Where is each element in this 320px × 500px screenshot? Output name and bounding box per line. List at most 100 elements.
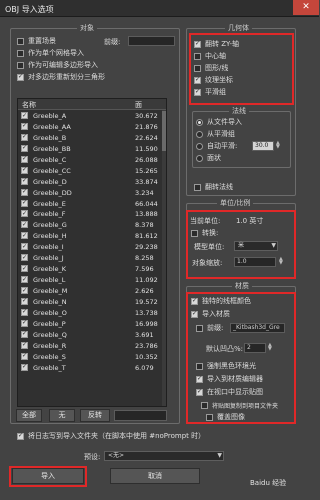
checkbox-box[interactable]: ✓ — [21, 199, 28, 207]
default-bump-spinner-icon[interactable]: ▲ ▼ — [268, 343, 272, 352]
checkbox-box[interactable]: ✓ — [21, 297, 28, 305]
checkbox-box[interactable]: ✓ — [21, 232, 28, 240]
list-item[interactable]: ✓ Greeble_G 8.378 — [18, 219, 166, 230]
checkbox-box[interactable]: ✓ — [194, 40, 201, 48]
list-item[interactable]: ✓ Greeble_M 2.626 — [18, 285, 166, 296]
material-prefix-input[interactable]: _Kitbash3d_Gre — [230, 323, 285, 333]
object-list[interactable]: 名称 面 ✓ Greeble_A 30.672 ✓ Greeble_AA 21.876 ✓ G… — [17, 98, 167, 407]
list-item[interactable]: ✓ Greeble_J 8.258 — [18, 252, 166, 263]
checkbox-box[interactable]: ✓ — [194, 88, 201, 96]
default-bump-input[interactable]: 2 — [244, 343, 266, 353]
list-item[interactable]: ✓ Greeble_BB 11.590 — [18, 143, 166, 154]
checkbox-box[interactable]: ✓ — [21, 133, 28, 141]
smooth-groups-checkbox[interactable]: ✓ 平滑组 — [194, 87, 226, 97]
checkbox-box[interactable] — [196, 324, 203, 332]
reset-scene-checkbox[interactable]: 重置场景 — [17, 36, 56, 46]
import-materials-checkbox[interactable]: ✓ 导入材质 — [191, 309, 230, 319]
checkbox-box[interactable] — [206, 413, 213, 421]
material-prefix-checkbox[interactable]: 前缀: — [196, 323, 223, 333]
unique-wire-color-checkbox[interactable]: ✓ 独特的线框颜色 — [191, 296, 251, 306]
object-prefix-input[interactable] — [128, 36, 175, 46]
editable-poly-checkbox[interactable]: 作为可编辑多边形导入 — [17, 60, 98, 70]
checkbox-box[interactable]: ✓ — [21, 341, 28, 349]
flip-normals-checkbox[interactable]: 翻转法线 — [194, 182, 233, 192]
checkbox-box[interactable]: ✓ — [21, 177, 28, 185]
checkbox-box[interactable]: ✓ — [194, 76, 201, 84]
single-mesh-checkbox[interactable]: 作为单个网格导入 — [17, 48, 84, 58]
checkbox-box[interactable]: ✓ — [21, 265, 28, 273]
list-item[interactable]: ✓ Greeble_E 66.044 — [18, 198, 166, 209]
list-item[interactable]: ✓ Greeble_AA 21.876 — [18, 121, 166, 132]
checkbox-box[interactable] — [196, 362, 203, 370]
object-scale-spinner-icon[interactable]: ▲ ▼ — [279, 257, 283, 266]
checkbox-box[interactable] — [17, 61, 24, 69]
object-scale-input[interactable]: 1.0 — [234, 257, 276, 267]
list-item[interactable]: ✓ Greeble_D 33.874 — [18, 176, 166, 187]
checkbox-box[interactable]: ✓ — [21, 210, 28, 218]
checkbox-box[interactable]: ✓ — [17, 432, 24, 440]
shapes-lines-checkbox[interactable]: 图形/线 — [194, 63, 228, 73]
normals-from-sm-radio[interactable]: 从平滑组 — [196, 129, 235, 139]
list-item[interactable]: ✓ Greeble_R 23.786 — [18, 340, 166, 351]
model-unit-dropdown[interactable]: 米 ▼ — [234, 241, 278, 251]
list-item[interactable]: ✓ Greeble_C 26.088 — [18, 154, 166, 165]
center-pivots-checkbox[interactable]: 中心轴 — [194, 51, 226, 61]
checkbox-box[interactable] — [17, 49, 24, 57]
checkbox-box[interactable]: ✓ — [21, 122, 28, 130]
checkbox-box[interactable]: ✓ — [196, 388, 203, 396]
checkbox-box[interactable]: ✓ — [21, 112, 28, 119]
copy-maps-project-checkbox[interactable]: 将贴图复制到项目文件夹 — [201, 400, 278, 410]
select-none-button[interactable]: 无 — [49, 409, 75, 422]
checkbox-box[interactable]: ✓ — [21, 243, 28, 251]
normals-faceted-radio[interactable]: 面状 — [196, 153, 221, 163]
checkbox-box[interactable]: ✓ — [21, 155, 28, 163]
list-item[interactable]: ✓ Greeble_L 11.092 — [18, 274, 166, 285]
list-item[interactable]: ✓ Greeble_H 81.612 — [18, 230, 166, 241]
preset-dropdown[interactable]: <无> ▼ — [104, 451, 224, 461]
list-item[interactable]: ✓ Greeble_F 13.888 — [18, 208, 166, 219]
convert-checkbox[interactable]: 转换: — [191, 228, 218, 238]
list-item[interactable]: ✓ Greeble_B 22.624 — [18, 132, 166, 143]
select-invert-button[interactable]: 反转 — [80, 409, 110, 422]
write-log-checkbox[interactable]: ✓ 将日志写到导入文件夹（在脚本中使用 #noPrompt 时） — [17, 431, 205, 441]
checkbox-box[interactable]: ✓ — [21, 319, 28, 327]
list-item[interactable]: ✓ Greeble_N 19.572 — [18, 296, 166, 307]
radio-circle[interactable] — [196, 154, 203, 162]
list-filter-input[interactable] — [114, 410, 167, 421]
list-item[interactable]: ✓ Greeble_I 29.238 — [18, 241, 166, 252]
list-scrollbar-thumb[interactable] — [162, 111, 166, 151]
radio-circle[interactable] — [196, 130, 203, 138]
force-black-ambient-checkbox[interactable]: 强制黑色环境光 — [196, 361, 256, 371]
auto-smooth-radio[interactable]: 自动平滑: — [196, 141, 237, 151]
select-all-button[interactable]: 全部 — [16, 409, 42, 422]
auto-smooth-input[interactable]: 30.0 — [252, 141, 274, 151]
normals-from-file-radio[interactable]: 从文件导入 — [196, 117, 242, 127]
checkbox-box[interactable]: ✓ — [21, 276, 28, 284]
import-into-editor-checkbox[interactable]: ✓ 导入到材质编辑器 — [196, 374, 263, 384]
checkbox-box[interactable]: ✓ — [21, 221, 28, 229]
retriangulate-checkbox[interactable]: ✓ 对多边形重新划分三角形 — [17, 72, 105, 82]
checkbox-box[interactable] — [194, 52, 201, 60]
checkbox-box[interactable] — [191, 229, 198, 237]
checkbox-box[interactable]: ✓ — [21, 308, 28, 316]
checkbox-box[interactable]: ✓ — [21, 144, 28, 152]
checkbox-box[interactable]: ✓ — [21, 363, 28, 371]
checkbox-box[interactable]: ✓ — [191, 297, 198, 305]
column-faces[interactable]: 面 — [135, 100, 142, 110]
checkbox-box[interactable]: ✓ — [21, 330, 28, 338]
checkbox-box[interactable]: ✓ — [21, 254, 28, 262]
checkbox-box[interactable]: ✓ — [17, 73, 24, 81]
close-button[interactable]: ✕ — [293, 0, 319, 15]
checkbox-box[interactable]: ✓ — [21, 188, 28, 196]
list-item[interactable]: ✓ Greeble_A 30.672 — [18, 110, 166, 121]
texture-coords-checkbox[interactable]: ✓ 纹理坐标 — [194, 75, 233, 85]
list-item[interactable]: ✓ Greeble_DD 3.234 — [18, 187, 166, 198]
list-item[interactable]: ✓ Greeble_T 6.079 — [18, 362, 166, 373]
checkbox-box[interactable] — [201, 401, 208, 409]
list-scrollbar[interactable] — [162, 110, 166, 406]
auto-smooth-spinner-icon[interactable]: ▲ ▼ — [276, 141, 280, 150]
checkbox-box[interactable]: ✓ — [191, 310, 198, 318]
cancel-button[interactable]: 取消 — [110, 468, 200, 484]
checkbox-box[interactable]: ✓ — [21, 352, 28, 360]
checkbox-box[interactable]: ✓ — [21, 287, 28, 294]
